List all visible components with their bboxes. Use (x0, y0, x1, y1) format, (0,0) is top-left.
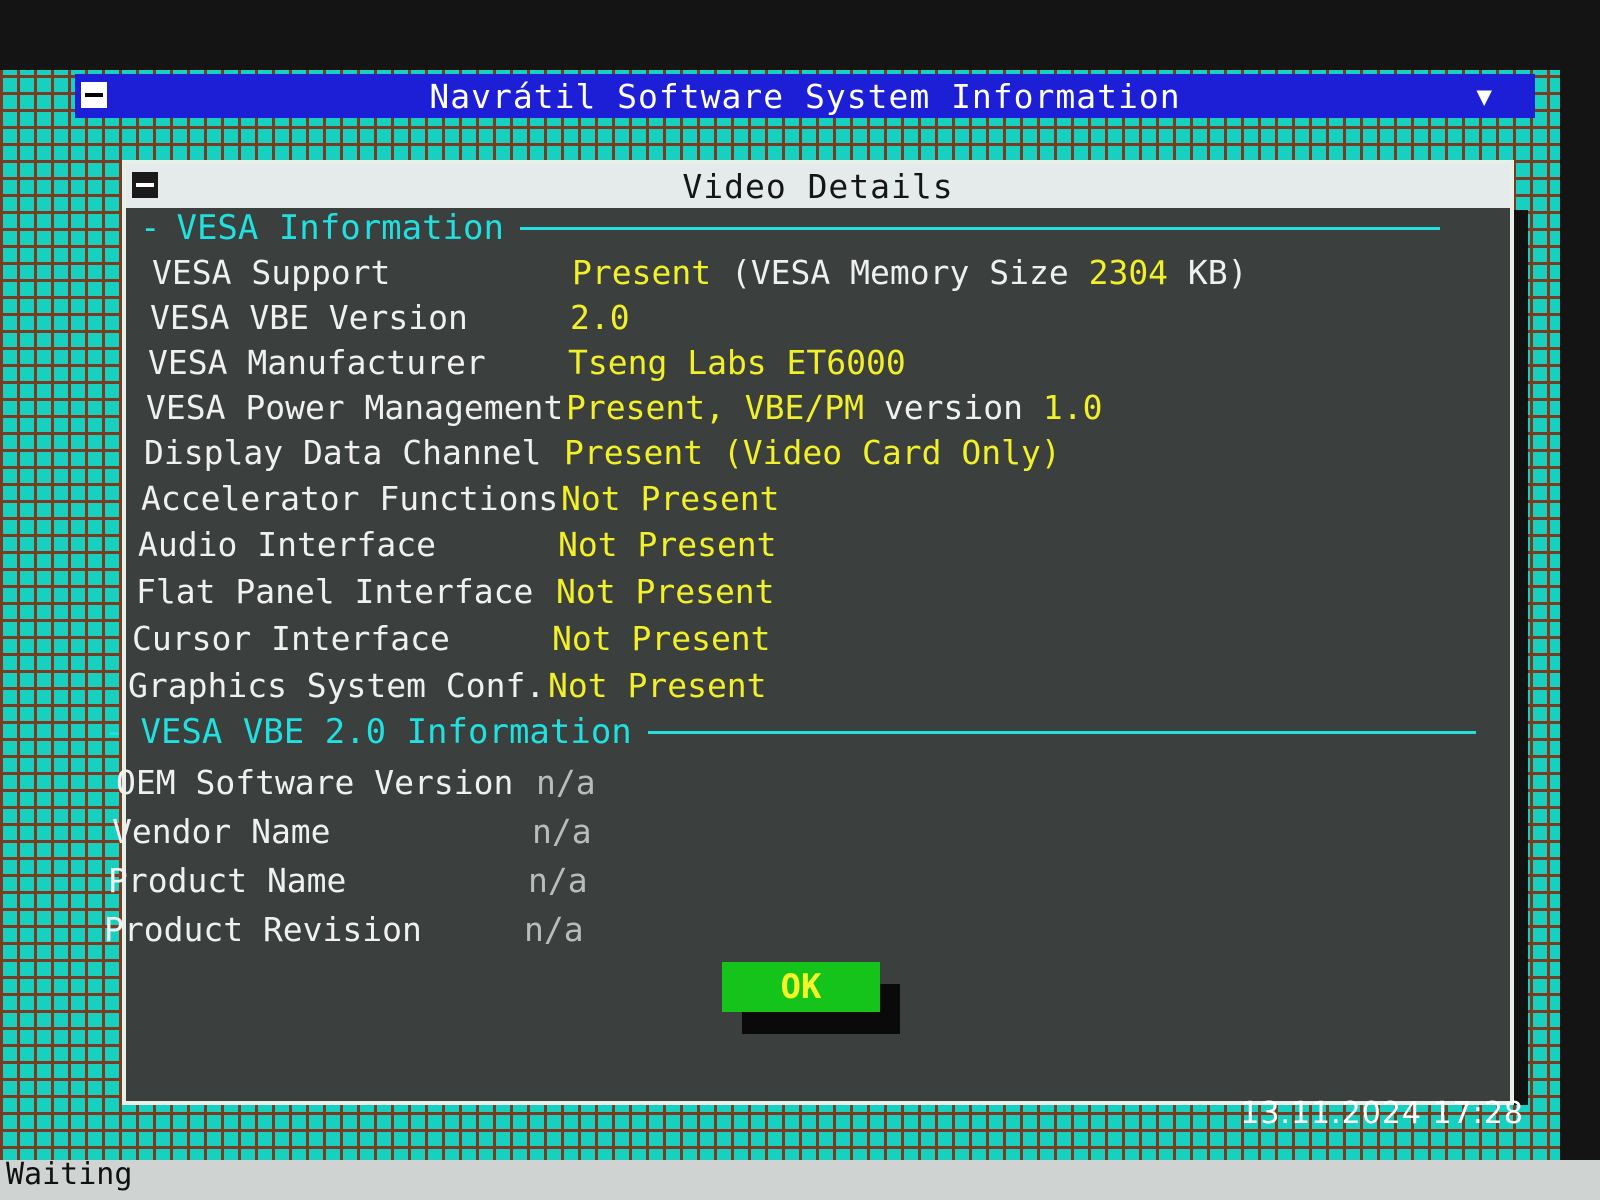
row-label: VESA Support (152, 252, 391, 292)
row-label: Accelerator Functions (141, 478, 559, 518)
info-row-vesa-support: VESA Support Present (VESA Memory Size 2… (152, 250, 1248, 294)
info-row-product-name: Product Name n/a (108, 858, 588, 902)
vesa-section-heading: - VESA Information (140, 208, 1440, 248)
row-label: Vendor Name (112, 811, 331, 851)
minus-icon (85, 93, 103, 97)
row-value: Present (VESA Memory Size 2304 KB) (572, 252, 1248, 292)
info-row-product-revision: Product Revision n/a (104, 907, 584, 951)
row-label: Audio Interface (138, 524, 437, 564)
row-label: VESA Manufacturer (148, 342, 486, 382)
row-label: VESA Power Management (146, 387, 564, 427)
app-title-bar[interactable]: Navrátil Software System Information ▼ (75, 74, 1535, 118)
app-system-menu-button[interactable] (79, 80, 109, 110)
info-row-power-management: VESA Power Management Present, VBE/PM ve… (146, 385, 1102, 429)
info-row-accelerator: Accelerator Functions Not Present (141, 476, 780, 520)
info-row-audio: Audio Interface Not Present (138, 522, 777, 566)
heading-dash: - (104, 712, 125, 752)
info-row-vbe-version: VESA VBE Version 2.0 (150, 295, 630, 339)
row-label: Product Name (108, 860, 347, 900)
info-row-graphics-conf: Graphics System Conf. Not Present (128, 663, 767, 707)
row-value: 2.0 (570, 297, 630, 337)
section-divider (520, 226, 1440, 230)
row-label: Product Revision (104, 909, 422, 949)
vbe2-section-title: VESA VBE 2.0 Information (140, 712, 632, 752)
row-value: Not Present (561, 478, 780, 518)
info-row-oem-version: OEM Software Version n/a (116, 760, 596, 804)
row-value: Present, VBE/PM version 1.0 (566, 387, 1103, 427)
dialog-title-bar[interactable]: Video Details (126, 164, 1510, 208)
row-label: Graphics System Conf. (128, 665, 546, 705)
info-row-ddc: Display Data Channel Present (Video Card… (144, 430, 1061, 474)
row-value: n/a (532, 811, 592, 851)
info-row-manufacturer: VESA Manufacturer Tseng Labs ET6000 (148, 340, 906, 384)
row-value: Not Present (558, 524, 777, 564)
row-value: Tseng Labs ET6000 (568, 342, 906, 382)
vbe2-section-heading: - VESA VBE 2.0 Information (104, 712, 1476, 752)
dialog-title: Video Details (682, 166, 954, 206)
row-label: Display Data Channel (144, 432, 542, 472)
photo-timestamp: 13.11.2024 17:28 (1240, 1096, 1524, 1131)
row-label: Cursor Interface (132, 618, 450, 658)
app-title: Navrátil Software System Information (429, 76, 1181, 116)
video-details-dialog: Video Details - VESA Information VESA Su… (104, 160, 1514, 1105)
info-row-cursor: Cursor Interface Not Present (132, 616, 771, 660)
chevron-down-icon[interactable]: ▼ (1476, 82, 1493, 112)
row-label: VESA VBE Version (150, 297, 468, 337)
status-bar: Waiting (0, 1160, 1600, 1200)
row-value: n/a (536, 762, 596, 802)
row-label: Flat Panel Interface (136, 571, 534, 611)
minus-icon (136, 183, 154, 187)
info-row-vendor-name: Vendor Name n/a (112, 809, 592, 853)
row-value: Present (Video Card Only) (564, 432, 1061, 472)
info-row-flat-panel: Flat Panel Interface Not Present (136, 569, 775, 613)
section-divider (647, 730, 1476, 734)
row-label: OEM Software Version (116, 762, 514, 802)
vesa-section-title: VESA Information (176, 208, 504, 248)
row-value: n/a (528, 860, 588, 900)
row-value: Not Present (548, 665, 767, 705)
row-value: Not Present (552, 618, 771, 658)
row-value: Not Present (556, 571, 775, 611)
row-value: n/a (524, 909, 584, 949)
heading-dash: - (140, 208, 161, 248)
dialog-system-menu-button[interactable] (130, 170, 160, 200)
ok-button[interactable]: OK (722, 962, 880, 1012)
